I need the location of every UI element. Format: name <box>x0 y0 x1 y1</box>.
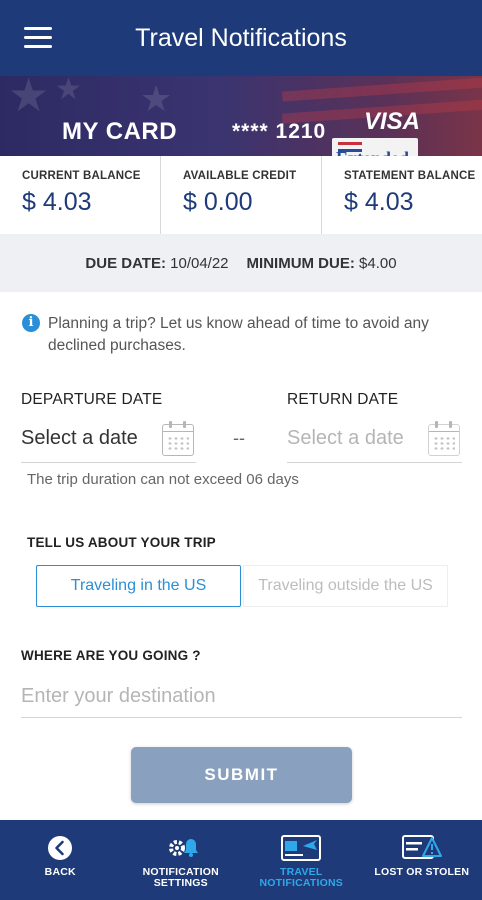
nav-label: LOST OR STOLEN <box>374 866 470 878</box>
current-balance: CURRENT BALANCE $ 4.03 <box>0 156 161 234</box>
travel-card-icon <box>281 835 322 861</box>
destination-label: WHERE ARE YOU GOING ? <box>21 648 201 663</box>
nav-label: BACK <box>44 866 76 878</box>
due-date-label: DUE DATE: <box>85 254 166 272</box>
statement-balance: STATEMENT BALANCE $ 4.03 <box>322 156 482 234</box>
return-date-placeholder: Select a date <box>287 427 404 449</box>
minimum-due-value: $4.00 <box>359 254 397 272</box>
trip-option-us[interactable]: Traveling in the US <box>36 565 241 607</box>
balance-value: $ 4.03 <box>344 188 414 216</box>
star-decoration-icon: ★ <box>8 76 50 121</box>
duration-note: The trip duration can not exceed 06 days <box>27 471 299 488</box>
submit-button[interactable]: SUBMIT <box>131 747 352 803</box>
departure-date-field[interactable]: Select a date <box>21 415 196 463</box>
balance-value: $ 4.03 <box>22 188 92 216</box>
balance-label: CURRENT BALANCE <box>22 170 141 182</box>
nav-back[interactable]: BACK <box>0 820 121 900</box>
nav-notification-settings[interactable]: NOTIFICATION SETTINGS <box>121 820 242 900</box>
balance-value: $ 0.00 <box>183 188 253 216</box>
nav-label: NOTIFICATION SETTINGS <box>142 866 219 889</box>
balance-summary: CURRENT BALANCE $ 4.03 AVAILABLE CREDIT … <box>0 156 482 234</box>
calendar-icon[interactable] <box>162 421 194 456</box>
notification-settings-icon <box>168 839 198 857</box>
due-info-strip: DUE DATE: 10/04/22 MINIMUM DUE: $4.00 <box>0 234 482 292</box>
departure-date-placeholder: Select a date <box>21 427 138 449</box>
back-arrow-icon <box>48 836 73 860</box>
date-separator: -- <box>233 428 245 448</box>
info-icon: i <box>22 314 40 332</box>
card-name: MY CARD <box>62 118 178 145</box>
card-number: **** 1210 <box>232 120 327 143</box>
page-title: Travel Notifications <box>135 24 347 52</box>
balance-label: STATEMENT BALANCE <box>344 170 476 182</box>
sticker-text: Extended <box>336 148 409 156</box>
return-date-label: RETURN DATE <box>287 391 399 408</box>
due-date-value: 10/04/22 <box>170 254 229 272</box>
minimum-due-label: MINIMUM DUE: <box>246 254 355 272</box>
calendar-icon[interactable] <box>428 421 460 456</box>
flag-stripe <box>281 76 482 102</box>
card-alert-icon <box>401 835 442 859</box>
star-decoration-icon: ★ <box>55 76 82 106</box>
destination-input[interactable] <box>21 676 462 718</box>
nav-travel-notifications[interactable]: TRAVEL NOTIFICATIONS <box>241 820 362 900</box>
bottom-navigation: BACK NOTIFICATION SETTINGS TRAVEL NOTIFI… <box>0 820 482 900</box>
departure-date-label: DEPARTURE DATE <box>21 391 163 408</box>
card-sticker: Extended <box>332 138 418 156</box>
return-date-field[interactable]: Select a date <box>287 415 462 463</box>
nav-lost-or-stolen[interactable]: LOST OR STOLEN <box>362 820 482 900</box>
balance-label: AVAILABLE CREDIT <box>183 170 297 182</box>
nav-label: TRAVEL NOTIFICATIONS <box>259 866 343 889</box>
star-decoration-icon: ★ <box>140 78 173 119</box>
trip-option-outside-us[interactable]: Traveling outside the US <box>243 565 448 607</box>
available-credit: AVAILABLE CREDIT $ 0.00 <box>161 156 322 234</box>
card-banner: ★ ★ ★ MY CARD **** 1210 VISA Extended <box>0 76 482 156</box>
app-header: Travel Notifications <box>0 0 482 76</box>
info-message: i Planning a trip? Let us know ahead of … <box>22 313 472 357</box>
visa-logo: VISA <box>364 108 421 135</box>
info-text: Planning a trip? Let us know ahead of ti… <box>48 315 429 354</box>
trip-type-label: TELL US ABOUT YOUR TRIP <box>27 535 216 550</box>
